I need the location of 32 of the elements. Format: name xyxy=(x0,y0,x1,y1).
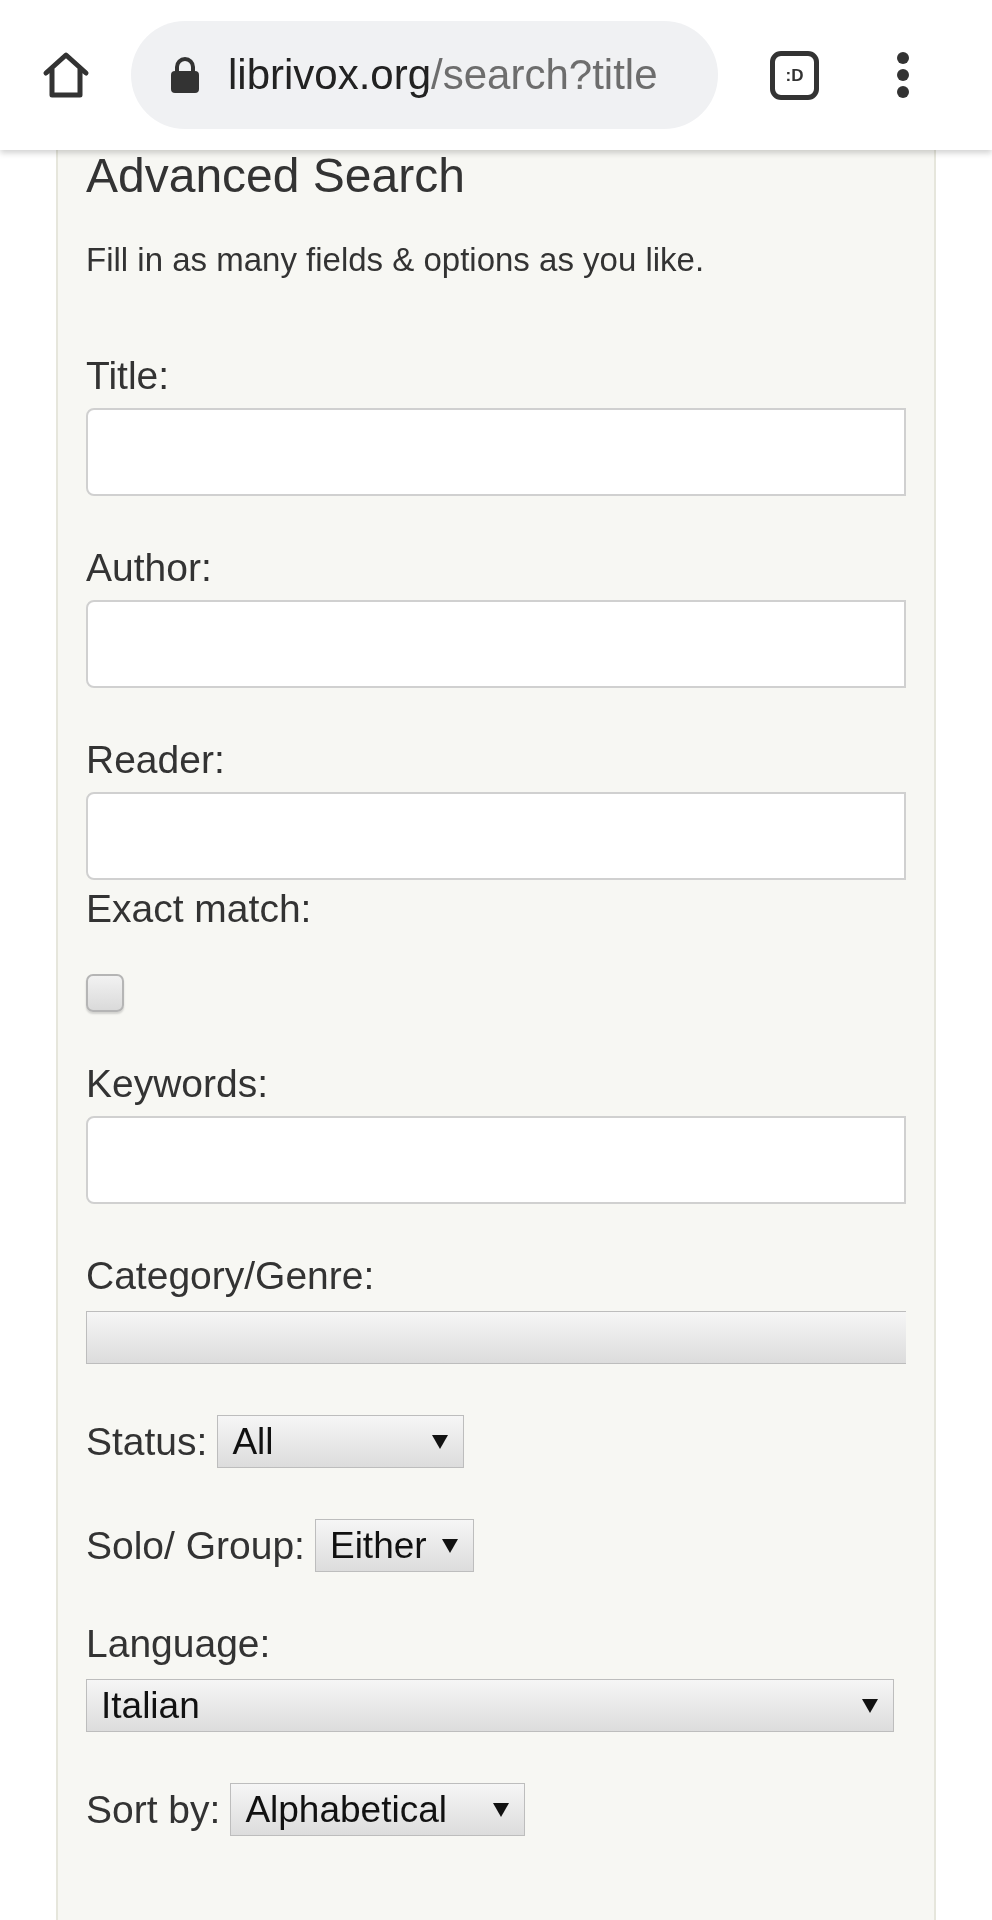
field-label: Category/Genre: xyxy=(86,1255,376,1297)
text-input[interactable] xyxy=(86,408,906,496)
field-label: Language: xyxy=(86,1623,272,1665)
form-heading: Advanced Search xyxy=(86,150,466,202)
caret-down-icon xyxy=(432,1434,449,1449)
field-label: Reader: xyxy=(86,739,226,781)
dropdown-select[interactable]: All xyxy=(217,1415,465,1468)
caret-down-icon xyxy=(862,1698,878,1713)
checkbox[interactable] xyxy=(86,974,124,1012)
text-input[interactable] xyxy=(86,1116,906,1204)
dropdown-select[interactable]: Italian xyxy=(86,1679,894,1732)
form-intro-text: Fill in as many fields & options as you like. xyxy=(86,242,706,278)
field-label: Status: xyxy=(86,1420,208,1463)
dropdown-select[interactable]: Alphabetical xyxy=(230,1783,526,1836)
address-bar[interactable]: librivox.org/search?title xyxy=(131,21,718,129)
field-label: Solo/ Group: xyxy=(86,1524,305,1567)
caret-down-icon xyxy=(493,1802,510,1817)
dropdown-select[interactable] xyxy=(86,1311,906,1364)
text-input[interactable] xyxy=(86,600,906,688)
field-label: Exact match: xyxy=(86,888,313,930)
tab-switcher-button[interactable]: :D xyxy=(770,50,819,100)
field-label: Keywords: xyxy=(86,1063,270,1105)
home-icon[interactable] xyxy=(42,51,90,99)
field-label: Sort by: xyxy=(86,1788,221,1831)
field-label: Author: xyxy=(86,547,213,589)
url-text: librivox.org/search?title xyxy=(228,54,658,96)
dropdown-select[interactable]: Either xyxy=(314,1519,474,1572)
field-label: Title: xyxy=(86,355,171,397)
caret-down-icon xyxy=(441,1538,458,1553)
more-options-icon[interactable] xyxy=(896,51,910,99)
text-input[interactable] xyxy=(86,792,906,880)
lock-icon xyxy=(170,57,200,93)
